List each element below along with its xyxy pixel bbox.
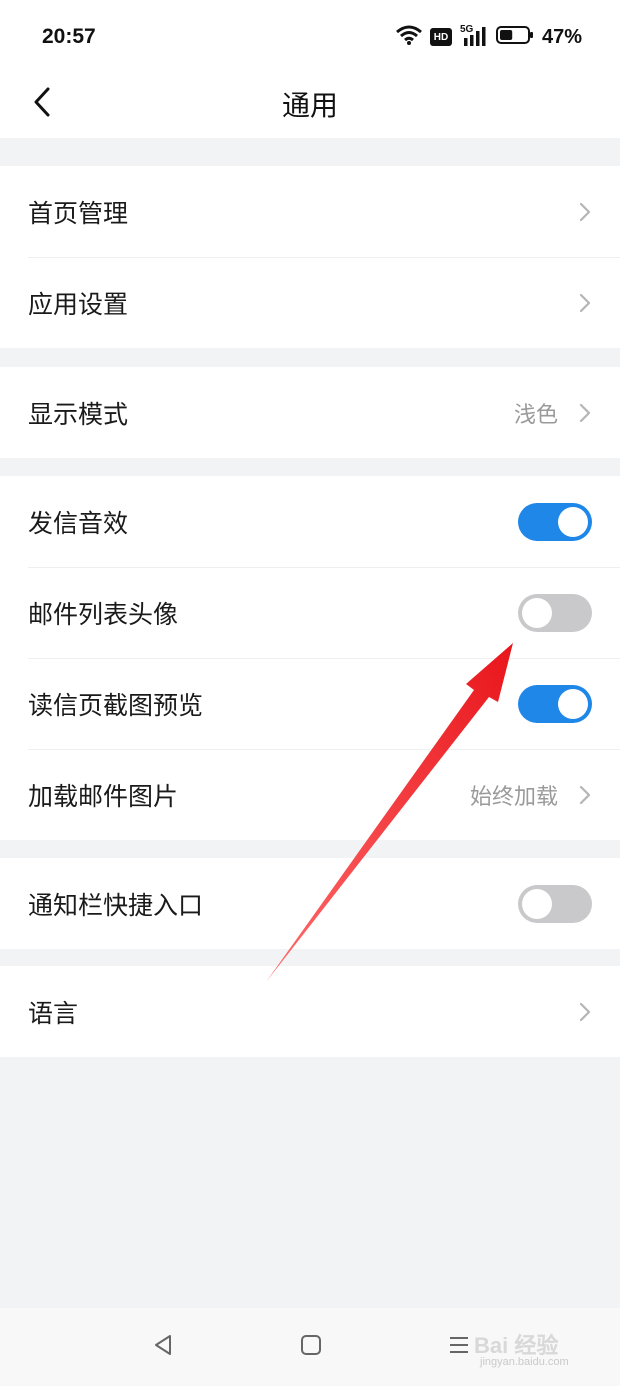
settings-row-home-management[interactable]: 首页管理 <box>0 166 620 257</box>
nav-bar: 通用 <box>0 70 620 138</box>
settings-group-display: 显示模式 浅色 <box>0 367 620 458</box>
system-menu-button[interactable] <box>442 1330 476 1364</box>
row-label: 通知栏快捷入口 <box>28 890 204 920</box>
row-label: 读信页截图预览 <box>28 690 204 720</box>
notification-shortcut-toggle[interactable] <box>518 884 592 923</box>
settings-row-notification-shortcut: 通知栏快捷入口 <box>0 858 620 949</box>
chevron-right-icon <box>578 201 592 223</box>
chevron-right-icon <box>578 402 592 424</box>
row-label: 发信音效 <box>28 508 129 538</box>
hd-icon: HD <box>429 28 452 46</box>
system-back-button[interactable] <box>146 1330 180 1364</box>
settings-group-language: 语言 <box>0 966 620 1057</box>
triangle-back-icon <box>151 1333 175 1361</box>
settings-row-load-images[interactable]: 加载邮件图片 始终加载 <box>0 749 620 840</box>
row-label: 加载邮件图片 <box>28 781 179 811</box>
settings-row-display-mode[interactable]: 显示模式 浅色 <box>0 367 620 458</box>
chevron-right-icon <box>578 292 592 314</box>
settings-group-mail: 发信音效 邮件列表头像 读信页截图预览 加载邮件图片 始终加载 <box>0 476 620 840</box>
battery-icon <box>495 25 534 49</box>
wifi-icon <box>396 25 422 49</box>
status-bar: 20:57 HD 5G 47% <box>0 0 620 70</box>
send-sound-toggle[interactable] <box>518 502 592 541</box>
display-mode-value: 浅色 <box>513 402 558 428</box>
chevron-right-icon <box>578 1001 592 1023</box>
settings-group-navigation: 首页管理 应用设置 <box>0 166 620 348</box>
system-home-button[interactable] <box>294 1330 328 1364</box>
cellular-signal-icon: 5G <box>460 24 488 48</box>
row-label: 显示模式 <box>28 399 129 429</box>
screenshot-preview-toggle[interactable] <box>518 684 592 723</box>
settings-row-send-sound: 发信音效 <box>0 476 620 567</box>
settings-group-notification: 通知栏快捷入口 <box>0 858 620 949</box>
menu-lines-icon <box>447 1333 471 1361</box>
toggle-knob <box>522 888 552 919</box>
row-label: 应用设置 <box>28 289 129 319</box>
chevron-right-icon <box>578 784 592 806</box>
battery-percent: 47% <box>541 25 582 48</box>
settings-row-app-settings[interactable]: 应用设置 <box>0 257 620 348</box>
hd-label: HD <box>433 31 449 43</box>
page-title: 通用 <box>281 89 338 122</box>
settings-row-screenshot-preview: 读信页截图预览 <box>0 658 620 749</box>
settings-row-language[interactable]: 语言 <box>0 966 620 1057</box>
row-label: 语言 <box>28 998 79 1028</box>
status-time: 20:57 <box>42 25 96 48</box>
square-home-icon <box>299 1333 323 1361</box>
row-label: 邮件列表头像 <box>28 599 179 629</box>
settings-row-list-avatar: 邮件列表头像 <box>0 567 620 658</box>
toggle-knob <box>558 688 588 719</box>
toggle-knob <box>558 506 588 537</box>
system-nav-bar <box>0 1308 620 1386</box>
list-avatar-toggle[interactable] <box>518 593 592 632</box>
load-images-value: 始终加载 <box>469 784 558 810</box>
row-label: 首页管理 <box>28 198 129 228</box>
status-icons: HD 5G 47% <box>396 24 582 50</box>
toggle-knob <box>522 597 552 628</box>
